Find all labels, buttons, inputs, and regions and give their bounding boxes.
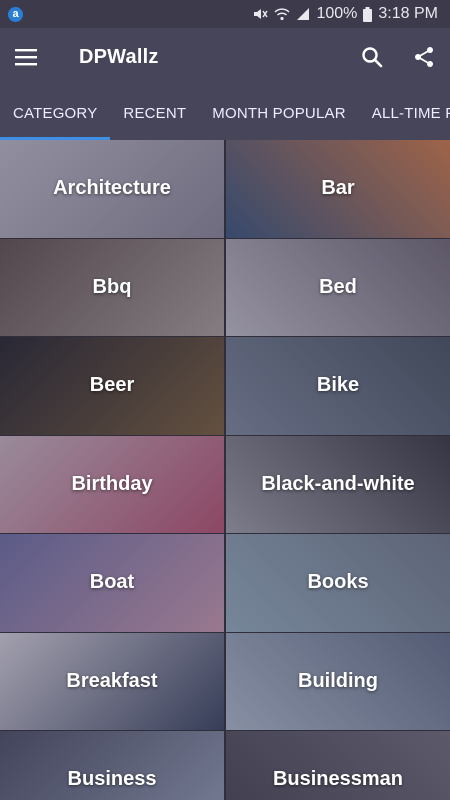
tab-bar: CATEGORY RECENT MONTH POPULAR ALL-TIME P… (0, 86, 450, 140)
battery-icon (363, 6, 373, 22)
clock: 3:18 PM (378, 5, 438, 22)
category-tile[interactable]: Bar (226, 140, 450, 238)
app-notification-icon: a (8, 6, 23, 22)
app-title: DPWallz (79, 45, 159, 68)
category-label: Birthday (71, 472, 153, 495)
category-tile[interactable]: Books (226, 534, 450, 632)
wifi-icon (274, 7, 291, 21)
category-label: Breakfast (66, 669, 158, 692)
battery-percent: 100% (316, 5, 358, 22)
category-label: Business (67, 768, 157, 791)
category-tile[interactable]: Bike (226, 337, 450, 435)
app-bar: DPWallz (0, 28, 450, 86)
category-tile[interactable]: Building (226, 632, 450, 730)
tab-recent[interactable]: RECENT (110, 86, 199, 140)
category-label: Bike (316, 374, 360, 397)
category-tile[interactable]: Black-and-white (226, 435, 450, 533)
share-button[interactable] (398, 28, 450, 86)
search-button[interactable] (346, 28, 398, 86)
search-icon (362, 47, 383, 68)
category-tile[interactable]: Bbq (0, 238, 224, 336)
status-bar: a 100% 3:18 PM (0, 0, 450, 28)
category-label: Books (307, 571, 369, 594)
menu-button[interactable] (0, 28, 52, 86)
category-tile[interactable]: Businessman (226, 731, 450, 800)
category-label: Businessman (272, 768, 404, 791)
tab-month-popular[interactable]: MONTH POPULAR (199, 86, 358, 140)
category-tile[interactable]: Beer (0, 337, 224, 435)
category-grid: Architecture Bar Bbq Bed Beer Bike Birthday Bla… (0, 140, 450, 800)
category-tile[interactable]: Birthday (0, 435, 224, 533)
mute-icon (252, 6, 269, 22)
category-label: Bed (319, 275, 357, 298)
share-icon (415, 47, 433, 67)
hamburger-icon (15, 49, 37, 66)
category-label: Beer (89, 374, 135, 397)
category-label: Building (298, 669, 378, 692)
tab-all-time-popular[interactable]: ALL-TIME POPULAR (359, 86, 450, 140)
category-tile[interactable]: Business (0, 731, 224, 800)
category-label: Boat (89, 571, 135, 594)
category-label: Architecture (53, 177, 171, 200)
category-label: Black-and-white (261, 472, 415, 495)
tab-category[interactable]: CATEGORY (0, 86, 111, 140)
category-tile[interactable]: Boat (0, 534, 224, 632)
category-label: Bar (321, 177, 355, 200)
category-tile[interactable]: Architecture (0, 140, 224, 238)
category-tile[interactable]: Bed (226, 238, 450, 336)
signal-icon (296, 7, 310, 21)
category-label: Bbq (92, 275, 132, 298)
category-tile[interactable]: Breakfast (0, 632, 224, 730)
